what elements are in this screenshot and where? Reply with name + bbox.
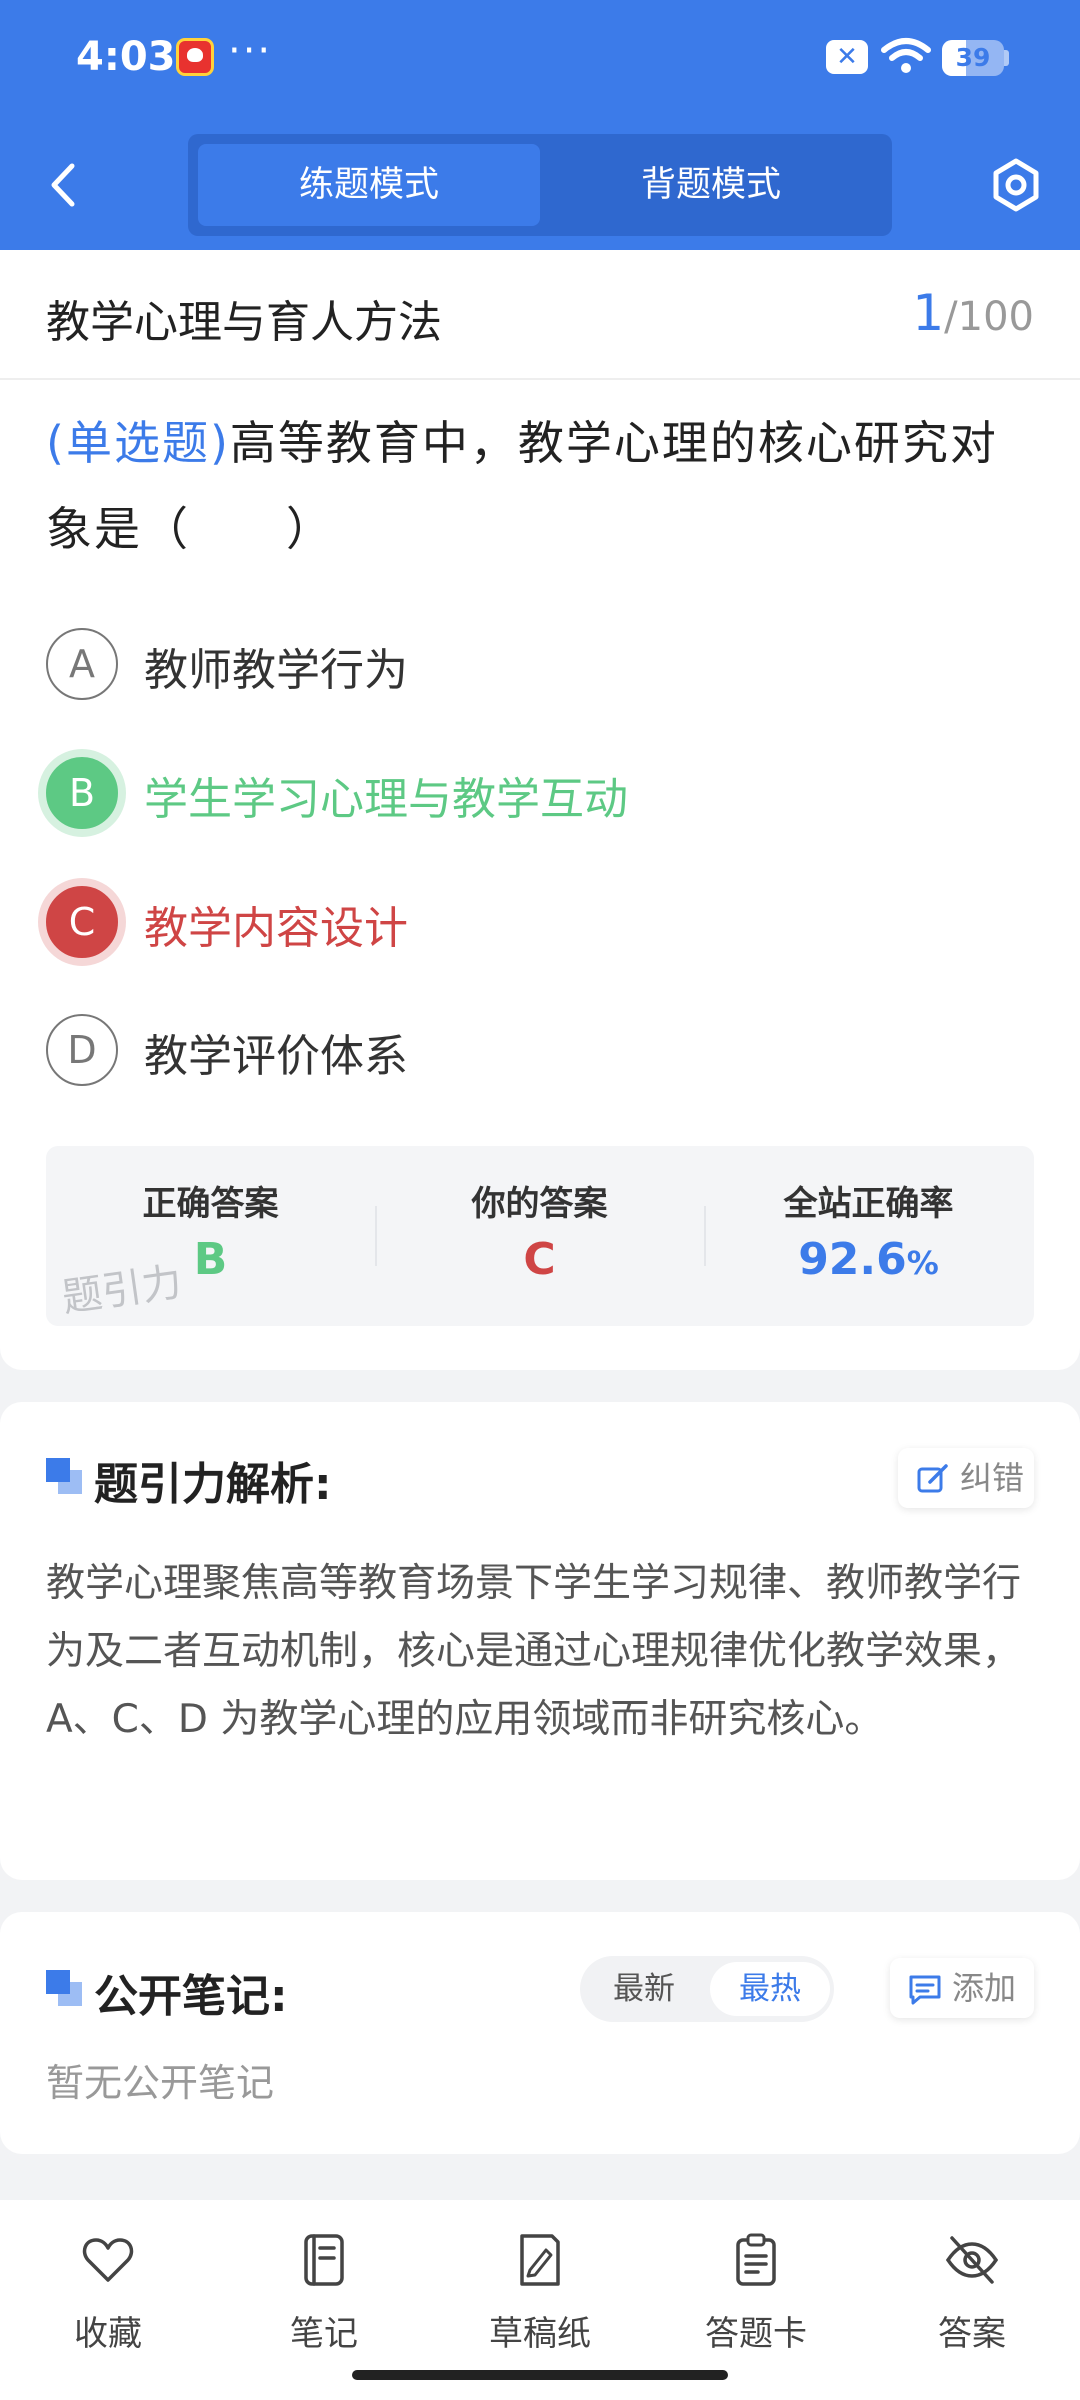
nav-notes[interactable]: 笔记 (216, 2222, 432, 2372)
no-signal-icon: ✕ (826, 40, 868, 74)
accuracy-unit: % (906, 1244, 939, 1282)
progress-total: /100 (944, 294, 1034, 340)
your-answer-col: 你的答案 C (375, 1146, 704, 1326)
nav-answer-card[interactable]: 答题卡 (648, 2222, 864, 2372)
draft-pen-icon (520, 2234, 560, 2286)
battery-tip (1004, 50, 1009, 66)
accuracy-label: 全站正确率 (783, 1184, 954, 1224)
chapter-row: 教学心理与育人方法 1/100 (0, 250, 1080, 380)
your-answer-value: C (523, 1234, 556, 1285)
option-text-c: 教学内容设计 (144, 903, 408, 954)
mode-toggle: 练题模式 背题模式 (188, 134, 892, 236)
back-arrow-icon[interactable] (44, 160, 84, 210)
heart-icon (82, 2238, 134, 2282)
correct-answer-label: 正确答案 (142, 1184, 279, 1224)
report-error-button[interactable]: 纠错 (898, 1448, 1034, 1508)
option-letter-b: B (46, 757, 118, 829)
battery-icon: 39 (942, 40, 1004, 76)
section-square-icon (46, 1970, 84, 2008)
accuracy-number: 92.6 (798, 1234, 907, 1285)
notes-sort-toggle: 最新 最热 (580, 1956, 834, 2022)
option-text-a: 教师教学行为 (144, 645, 408, 696)
tab-memorize-mode[interactable]: 背题模式 (540, 144, 882, 226)
nav-notes-label: 笔记 (290, 2314, 358, 2354)
notebook-icon (304, 2234, 344, 2286)
app-notification-icon (176, 38, 214, 76)
notes-card: 公开笔记: 最新 最热 添加 暂无公开笔记 (0, 1912, 1080, 2154)
option-letter-c: C (46, 886, 118, 958)
accuracy-value: 92.6% (704, 1234, 1033, 1285)
option-a[interactable]: A 教师教学行为 (46, 628, 1036, 708)
home-indicator[interactable] (352, 2370, 728, 2380)
analysis-card: 题引力解析: 纠错 教学心理聚焦高等教育场景下学生学习规律、教师教学行为及二者互… (0, 1402, 1080, 1880)
edit-icon (917, 1464, 948, 1493)
accuracy-col: 全站正确率 92.6% (704, 1146, 1033, 1326)
option-text-d: 教学评价体系 (144, 1031, 408, 1082)
top-header: 4:03 ··· ✕ 39 练题模式 背题模式 (0, 0, 1080, 250)
option-b[interactable]: B 学生学习心理与教学互动 (46, 757, 1036, 837)
option-letter-d: D (46, 1014, 118, 1086)
option-d[interactable]: D 教学评价体系 (46, 1014, 1036, 1094)
nav-draft[interactable]: 草稿纸 (432, 2222, 648, 2372)
nav-show-answer[interactable]: 答案 (864, 2222, 1080, 2372)
answer-card-icon (736, 2233, 776, 2286)
wifi-icon (881, 38, 931, 73)
section-square-icon (46, 1458, 84, 1496)
empty-notes-text: 暂无公开笔记 (46, 2061, 275, 2105)
option-letter-a: A (46, 628, 118, 700)
option-text-b: 学生学习心理与教学互动 (144, 774, 628, 825)
question-stem: (单选题)高等教育中，教学心理的核心研究对象是（ ） (46, 400, 1036, 572)
chapter-title: 教学心理与育人方法 (46, 297, 442, 348)
comment-icon (909, 1975, 941, 2005)
your-answer-label: 你的答案 (471, 1184, 608, 1224)
settings-icon[interactable] (990, 155, 1042, 215)
answer-summary: 正确答案 B 你的答案 C 全站正确率 92.6% 题引力 (46, 1146, 1034, 1326)
nav-show-answer-label: 答案 (938, 2314, 1006, 2354)
status-time: 4:03 (76, 34, 176, 80)
tab-practice-mode[interactable]: 练题模式 (198, 144, 540, 226)
option-c[interactable]: C 教学内容设计 (46, 886, 1036, 966)
nav-answer-card-label: 答题卡 (705, 2314, 807, 2354)
sort-latest[interactable]: 最新 (584, 1962, 704, 2016)
nav-favorite-label: 收藏 (74, 2314, 142, 2354)
status-bar: 4:03 ··· ✕ 39 (0, 0, 1080, 120)
battery-level: 39 (955, 43, 991, 72)
notes-title: 公开笔记: (94, 1971, 288, 2022)
add-note-label: 添加 (952, 1969, 1017, 2007)
eye-off-icon (945, 2236, 999, 2284)
question-progress: 1/100 (912, 284, 1034, 342)
analysis-title: 题引力解析: (94, 1459, 332, 1510)
question-type: (单选题) (46, 416, 230, 470)
nav-favorite[interactable]: 收藏 (0, 2222, 216, 2372)
question-card: 教学心理与育人方法 1/100 (单选题)高等教育中，教学心理的核心研究对象是（… (0, 250, 1080, 1370)
more-notifications-icon: ··· (228, 28, 273, 74)
analysis-text: 教学心理聚焦高等教育场景下学生学习规律、教师教学行为及二者互动机制，核心是通过心… (46, 1561, 1022, 1742)
report-error-label: 纠错 (960, 1459, 1025, 1497)
add-note-button[interactable]: 添加 (890, 1958, 1034, 2018)
sort-hot[interactable]: 最热 (710, 1962, 830, 2016)
nav-draft-label: 草稿纸 (489, 2314, 591, 2354)
progress-current: 1 (912, 284, 945, 342)
